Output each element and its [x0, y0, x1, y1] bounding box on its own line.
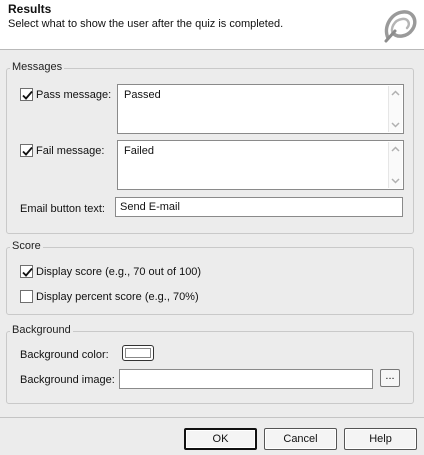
score-group: [6, 247, 414, 315]
email-button-text-field[interactable]: Send E-mail: [115, 197, 403, 217]
display-percent-label: Display percent score (e.g., 70%): [36, 291, 199, 303]
fail-message-field[interactable]: Failed: [117, 140, 404, 190]
pass-message-value: Passed: [124, 89, 161, 101]
fail-message-value: Failed: [124, 145, 154, 157]
dialog-title: Results: [8, 2, 52, 16]
pass-message-field[interactable]: Passed: [117, 84, 404, 134]
pass-message-scrollbar[interactable]: [388, 86, 402, 132]
messages-legend: Messages: [10, 61, 65, 73]
product-logo-icon: [384, 10, 417, 43]
cancel-button[interactable]: Cancel: [264, 428, 337, 450]
dialog-subtitle: Select what to show the user after the q…: [8, 18, 284, 30]
display-score-checkbox[interactable]: [20, 265, 33, 278]
checkmark-icon: [22, 267, 33, 277]
display-percent-checkbox[interactable]: [20, 290, 33, 303]
background-image-field[interactable]: [119, 369, 373, 389]
background-color-label: Background color:: [20, 349, 109, 361]
email-button-text-value: Send E-mail: [120, 201, 180, 213]
help-button[interactable]: Help: [344, 428, 417, 450]
fail-message-scrollbar[interactable]: [388, 142, 402, 188]
scroll-down-icon[interactable]: [389, 174, 402, 187]
email-button-text-label: Email button text:: [20, 203, 105, 215]
pass-message-checkbox[interactable]: [20, 88, 33, 101]
footer-divider: [0, 417, 424, 418]
browse-button[interactable]: ...: [380, 369, 400, 387]
scroll-down-icon[interactable]: [389, 118, 402, 131]
dialog-header: Results Select what to show the user aft…: [0, 0, 424, 50]
score-legend: Score: [10, 240, 43, 252]
checkmark-icon: [22, 146, 33, 156]
display-score-label: Display score (e.g., 70 out of 100): [36, 266, 202, 278]
checkmark-icon: [22, 90, 33, 100]
ok-button[interactable]: OK: [184, 428, 257, 450]
fail-message-label: Fail message:: [36, 145, 105, 157]
background-legend: Background: [10, 324, 73, 336]
background-group: [6, 331, 414, 404]
scroll-up-icon[interactable]: [389, 87, 402, 100]
background-color-picker[interactable]: [122, 345, 154, 361]
background-image-label: Background image:: [20, 374, 115, 386]
fail-message-checkbox[interactable]: [20, 144, 33, 157]
pass-message-label: Pass message:: [36, 89, 112, 101]
scroll-up-icon[interactable]: [389, 143, 402, 156]
